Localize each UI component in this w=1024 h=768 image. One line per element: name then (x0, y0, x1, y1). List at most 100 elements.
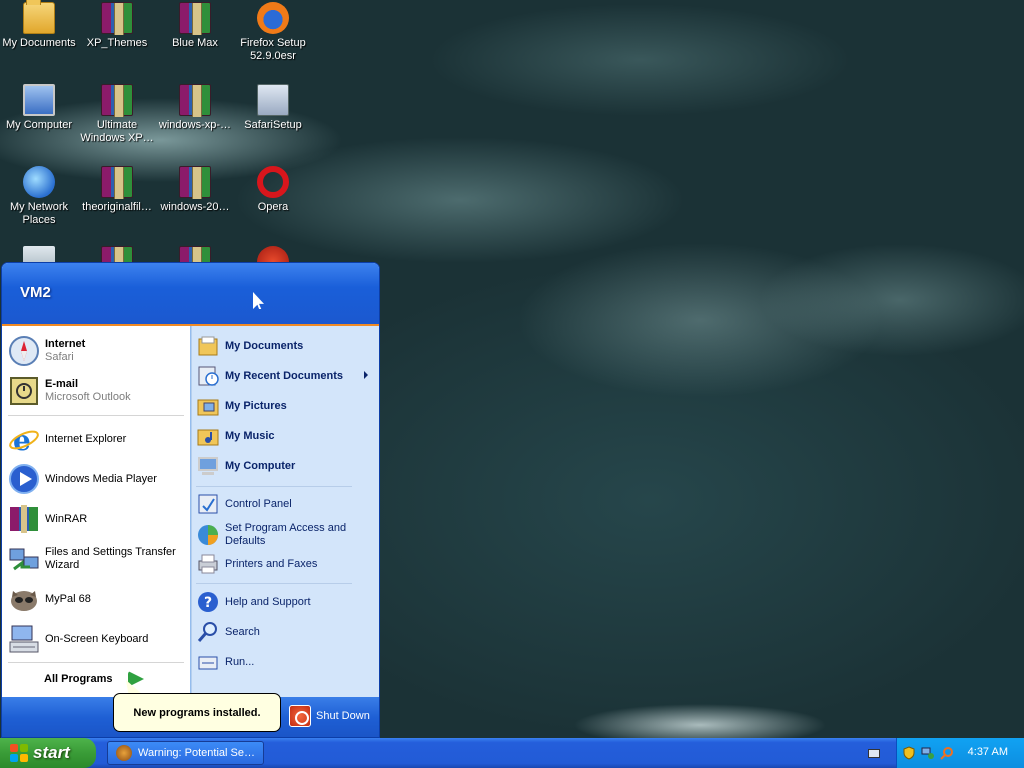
recent-item-windows-media-player[interactable]: Windows Media Player (8, 461, 186, 497)
desktop-icon-ultimate-windows-xp[interactable]: Ultimate Windows XP… (78, 84, 156, 145)
my-pictures-icon (196, 394, 220, 418)
outlook-icon (8, 375, 40, 407)
mypal-icon (8, 583, 40, 615)
place-set-program-access[interactable]: Set Program Access and Defaults (196, 522, 372, 548)
place-search[interactable]: Search (196, 620, 372, 644)
desktop-icon-my-documents[interactable]: My Documents (0, 0, 78, 50)
balloon-text: New programs installed. (133, 706, 261, 719)
recent-item-title: On-Screen Keyboard (45, 632, 149, 645)
run-icon (196, 650, 220, 674)
security-shield-icon[interactable] (902, 746, 916, 760)
place-label: My Computer (225, 459, 296, 472)
place-label: Set Program Access and Defaults (225, 522, 347, 547)
media-player-icon (8, 463, 40, 495)
desktop-icon-safari-setup[interactable]: SafariSetup (234, 84, 312, 132)
taskbar-item-warning[interactable]: Warning: Potential Se… (107, 741, 264, 765)
desktop-icon-my-computer[interactable]: My Computer (0, 84, 78, 132)
pinned-item-internet[interactable]: Internet Safari (8, 333, 186, 369)
transfer-wizard-icon (8, 543, 40, 575)
recent-item-title: Files and Settings Transfer Wizard (45, 546, 176, 571)
desktop-icon-opera[interactable]: Opera (234, 166, 312, 214)
control-panel-icon (196, 492, 220, 516)
start-button[interactable]: start (0, 738, 96, 768)
place-my-computer[interactable]: My Computer (196, 454, 372, 478)
input-language-icon[interactable] (868, 749, 880, 758)
opera-icon (257, 166, 289, 198)
desktop-icon-windows-xp[interactable]: windows-xp-… (156, 84, 234, 132)
my-documents-icon (196, 334, 220, 358)
recent-documents-icon (196, 364, 220, 388)
pinned-item-subtitle: Safari (45, 351, 74, 363)
recent-item-on-screen-keyboard[interactable]: On-Screen Keyboard (8, 621, 186, 657)
desktop-icon-xp-themes[interactable]: XP_Themes (78, 2, 156, 50)
my-computer-icon (196, 454, 220, 478)
power-icon (289, 705, 311, 727)
search-tray-icon[interactable] (940, 746, 954, 760)
recent-item-title: MyPal 68 (45, 592, 91, 605)
desktop-icon-windows-20[interactable]: windows-20… (156, 166, 234, 214)
place-control-panel[interactable]: Control Panel (196, 492, 372, 516)
pinned-item-subtitle: Microsoft Outlook (45, 391, 131, 403)
desktop-icon-label: Opera (257, 201, 289, 213)
desktop-icon-label: My Network Places (9, 201, 69, 226)
recent-item-winrar[interactable]: WinRAR (8, 501, 186, 537)
winrar-archive-icon (179, 84, 211, 117)
place-my-pictures[interactable]: My Pictures (196, 394, 372, 418)
windows-flag-icon (10, 744, 28, 762)
svg-text:e: e (13, 424, 31, 455)
place-help-support[interactable]: ? Help and Support (196, 590, 372, 614)
place-label: Help and Support (225, 595, 311, 608)
start-menu-header: VM2 (2, 263, 379, 326)
user-name: VM2 (20, 284, 51, 301)
notification-balloon[interactable]: New programs installed. (113, 693, 281, 732)
clock[interactable]: 4:37 AM (968, 746, 1008, 758)
winrar-archive-icon (179, 166, 211, 199)
recent-item-mypal[interactable]: MyPal 68 (8, 581, 186, 617)
desktop-icon-label: XP_Themes (86, 37, 148, 49)
desktop-icon-label: theoriginalfil… (82, 201, 152, 213)
desktop-icon-label: My Computer (5, 119, 73, 131)
desktop-icon-label: SafariSetup (244, 119, 302, 131)
place-my-music[interactable]: My Music (196, 424, 372, 448)
place-label: My Recent Documents (225, 369, 343, 382)
my-computer-icon (23, 84, 55, 116)
my-music-icon (196, 424, 220, 448)
pinned-item-title: Internet (45, 338, 86, 350)
recent-item-transfer-wizard[interactable]: Files and Settings Transfer Wizard (8, 541, 186, 577)
taskbar-item-label: Warning: Potential Se… (138, 747, 255, 759)
desktop-icon-blue-max[interactable]: Blue Max (156, 2, 234, 50)
winrar-archive-icon (179, 2, 211, 35)
start-label: start (33, 743, 70, 762)
pinned-item-title: E-mail (45, 378, 79, 390)
recent-item-internet-explorer[interactable]: e Internet Explorer (8, 421, 186, 457)
winrar-icon (8, 503, 40, 535)
desktop-icon-firefox-setup[interactable]: Firefox Setup 52.9.0esr (234, 2, 312, 63)
all-programs-button[interactable]: All Programs (44, 673, 112, 685)
place-my-documents[interactable]: My Documents (196, 334, 372, 358)
system-tray: 4:37 AM (896, 738, 1024, 768)
place-my-recent-documents[interactable]: My Recent Documents (196, 364, 372, 388)
desktop-icon-label: My Documents (2, 37, 76, 49)
recent-item-title: Windows Media Player (45, 472, 157, 485)
place-printers-faxes[interactable]: Printers and Faxes (196, 552, 372, 576)
safari-icon (8, 335, 40, 367)
svg-text:?: ? (204, 595, 212, 611)
desktop-icon-label: Firefox Setup 52.9.0esr (240, 37, 306, 62)
application-icon (116, 745, 132, 761)
submenu-arrow-icon (364, 371, 368, 379)
winrar-archive-icon (101, 2, 133, 35)
place-label: Control Panel (225, 497, 292, 510)
separator (8, 662, 184, 663)
shut-down-label: Shut Down (316, 710, 370, 722)
place-run[interactable]: Run... (196, 650, 372, 674)
desktop-icon-label: windows-20… (160, 201, 230, 213)
shut-down-button[interactable]: Shut Down (289, 705, 370, 727)
winrar-archive-icon (101, 84, 133, 117)
pinned-item-email[interactable]: E-mail Microsoft Outlook (8, 373, 186, 409)
network-status-icon[interactable] (921, 746, 935, 760)
desktop-icon-network-places[interactable]: My Network Places (0, 166, 78, 227)
program-access-icon (196, 523, 220, 547)
desktop-icon-theoriginalfil[interactable]: theoriginalfil… (78, 166, 156, 214)
recent-item-title: Internet Explorer (45, 432, 127, 445)
separator (196, 486, 352, 487)
